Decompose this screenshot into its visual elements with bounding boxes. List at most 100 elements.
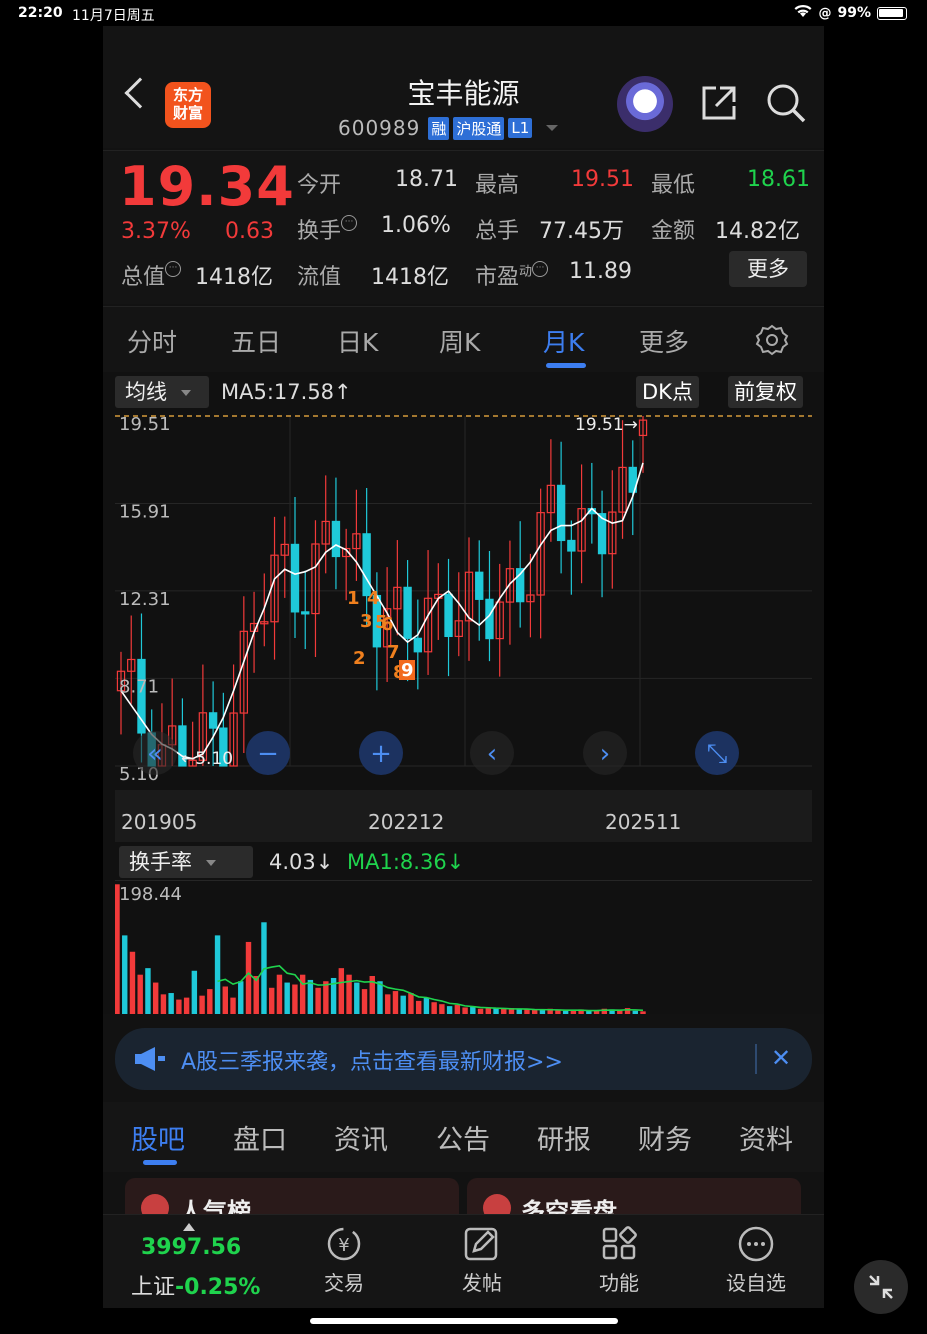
tag-margin[interactable]: 融 [428, 116, 450, 140]
yuan-icon: ¥ [327, 1227, 361, 1261]
more-button[interactable]: 更多 [729, 251, 807, 287]
x-axis: 201905 202212 202511 [115, 790, 812, 842]
tab-monthly[interactable]: 月K [543, 323, 584, 359]
grid-icon [602, 1226, 637, 1260]
rewind-icon-glyph: « [147, 739, 163, 769]
turnover-bar [361, 989, 368, 1014]
candle [444, 593, 453, 638]
index-name[interactable]: 上证-0.25% [131, 1269, 260, 1301]
collapse-window-button[interactable] [854, 1260, 908, 1314]
card-popularity[interactable]: 人气榜 [125, 1178, 459, 1214]
nav-trade[interactable]: ¥ 交易 [299, 1225, 389, 1296]
y-tick-label: 15.91 [119, 501, 171, 522]
candle [208, 712, 218, 729]
chart-icon [141, 1194, 169, 1214]
news-tabs: 股吧 盘口 资讯 公告 研报 财务 资料 [103, 1102, 824, 1172]
index-value[interactable]: 3997.56 [141, 1235, 241, 1260]
open-label: 今开 [297, 173, 342, 198]
info-icon[interactable]: ··· [165, 261, 182, 277]
indicator-select[interactable]: 均线 [115, 376, 209, 408]
min-marker: ←5.10 [181, 749, 233, 769]
kline-panel: 均线 MA5:17.58↑ DK点 前复权 19.51 15.91 12.31 8.7… [103, 372, 824, 842]
tab-finance[interactable]: 财务 [638, 1118, 692, 1157]
mcap-label: 总值 ··· [121, 259, 182, 291]
news-tab-underline [143, 1160, 177, 1165]
turnover-bar [315, 987, 321, 1014]
tab-research[interactable]: 研报 [537, 1118, 591, 1157]
turnover-bar [199, 995, 205, 1014]
dk-marker: 7 [387, 642, 400, 663]
turnover-bar [214, 935, 221, 1014]
card-bull-bear[interactable]: 多空看盘 [467, 1178, 801, 1214]
tag-connect[interactable]: 沪股通 [453, 116, 505, 140]
candle [331, 520, 341, 558]
turnover-label: 换手 ··· [297, 213, 358, 245]
share-icon[interactable] [700, 84, 738, 122]
tab-more[interactable]: 更多 [639, 323, 689, 359]
turnover-bar [477, 1008, 484, 1014]
turnover-readout: 4.03↓ [269, 850, 334, 874]
pe-label: 市盈动 ··· [475, 259, 549, 291]
triangle-up-icon[interactable] [183, 1223, 195, 1231]
turnover-bar [145, 968, 151, 1014]
adjust-button[interactable]: 前复权 [728, 376, 803, 408]
nav-watchlist[interactable]: 设自选 [711, 1225, 801, 1296]
battery-percent: 99% [837, 5, 871, 21]
y-tick-label: 19.51 [119, 414, 171, 435]
turnover-bar [238, 981, 244, 1014]
tab-announcements[interactable]: 公告 [436, 1118, 490, 1157]
turnover-chart[interactable]: 198.44 [115, 880, 812, 1014]
turnover-bar [462, 1007, 468, 1014]
assistant-robot-icon[interactable] [617, 76, 673, 132]
tab-intraday[interactable]: 分时 [127, 323, 177, 359]
tab-profile[interactable]: 资料 [739, 1118, 793, 1157]
kline-chart[interactable]: 19.5115.9112.318.715.1019.51→←5.10123456… [115, 408, 812, 788]
turnover-bar [632, 1010, 638, 1014]
tag-level[interactable]: L1 [508, 118, 533, 138]
status-bar: 22:20 11月7日周五 @ 99% [0, 0, 927, 26]
report-banner[interactable]: A股三季报来袭，点击查看最新财报>> ✕ [115, 1028, 812, 1090]
tab-guba[interactable]: 股吧 [131, 1118, 185, 1157]
chevron-right-icon-glyph: › [600, 739, 610, 769]
turnover-bar [253, 976, 259, 1014]
tab-news[interactable]: 资讯 [334, 1118, 388, 1157]
home-indicator[interactable] [310, 1318, 618, 1324]
turnover-bar [222, 986, 229, 1014]
search-icon[interactable] [765, 82, 807, 124]
low-label: 最低 [651, 173, 696, 198]
more-dots-icon [738, 1226, 774, 1262]
x-label-mid: 202212 [368, 810, 445, 834]
candle [403, 586, 412, 639]
gear-icon[interactable] [755, 323, 789, 357]
float-label: 流值 [297, 265, 342, 290]
candle [475, 571, 484, 600]
turnover-bar [338, 968, 345, 1014]
turnover-bar [485, 1008, 492, 1014]
info-icon[interactable]: ··· [532, 261, 549, 277]
turnover-bar [129, 951, 136, 1014]
info-icon[interactable]: ··· [341, 215, 358, 231]
chevron-down-icon[interactable] [546, 125, 559, 131]
nav-post[interactable]: 发帖 [437, 1225, 527, 1296]
current-price: 19.34 [119, 155, 295, 218]
tab-daily[interactable]: 日K [337, 323, 378, 359]
turnover-bar [323, 981, 329, 1014]
svg-text:¥: ¥ [338, 1235, 349, 1256]
turnover-select[interactable]: 换手率 [119, 846, 253, 878]
tab-weekly[interactable]: 周K [439, 323, 480, 359]
battery-icon [877, 6, 907, 20]
close-icon[interactable]: ✕ [771, 1044, 791, 1072]
dk-button[interactable]: DK点 [636, 376, 699, 408]
float-value: 1418亿 [371, 265, 449, 290]
max-marker: 19.51→ [575, 415, 638, 435]
megaphone-icon [135, 1047, 165, 1071]
tab-five-day[interactable]: 五日 [231, 323, 281, 359]
y-tick-label: 198.44 [119, 884, 182, 905]
tab-pankou[interactable]: 盘口 [233, 1118, 287, 1157]
nav-functions[interactable]: 功能 [574, 1225, 664, 1296]
zoom-out-icon-glyph: − [257, 739, 279, 769]
stock-subline: 600989 融 沪股通 L1 [338, 116, 559, 140]
chevron-left-icon-glyph: ‹ [487, 739, 497, 769]
turnover-bar [168, 993, 174, 1014]
status-date: 11月7日周五 [72, 8, 155, 24]
